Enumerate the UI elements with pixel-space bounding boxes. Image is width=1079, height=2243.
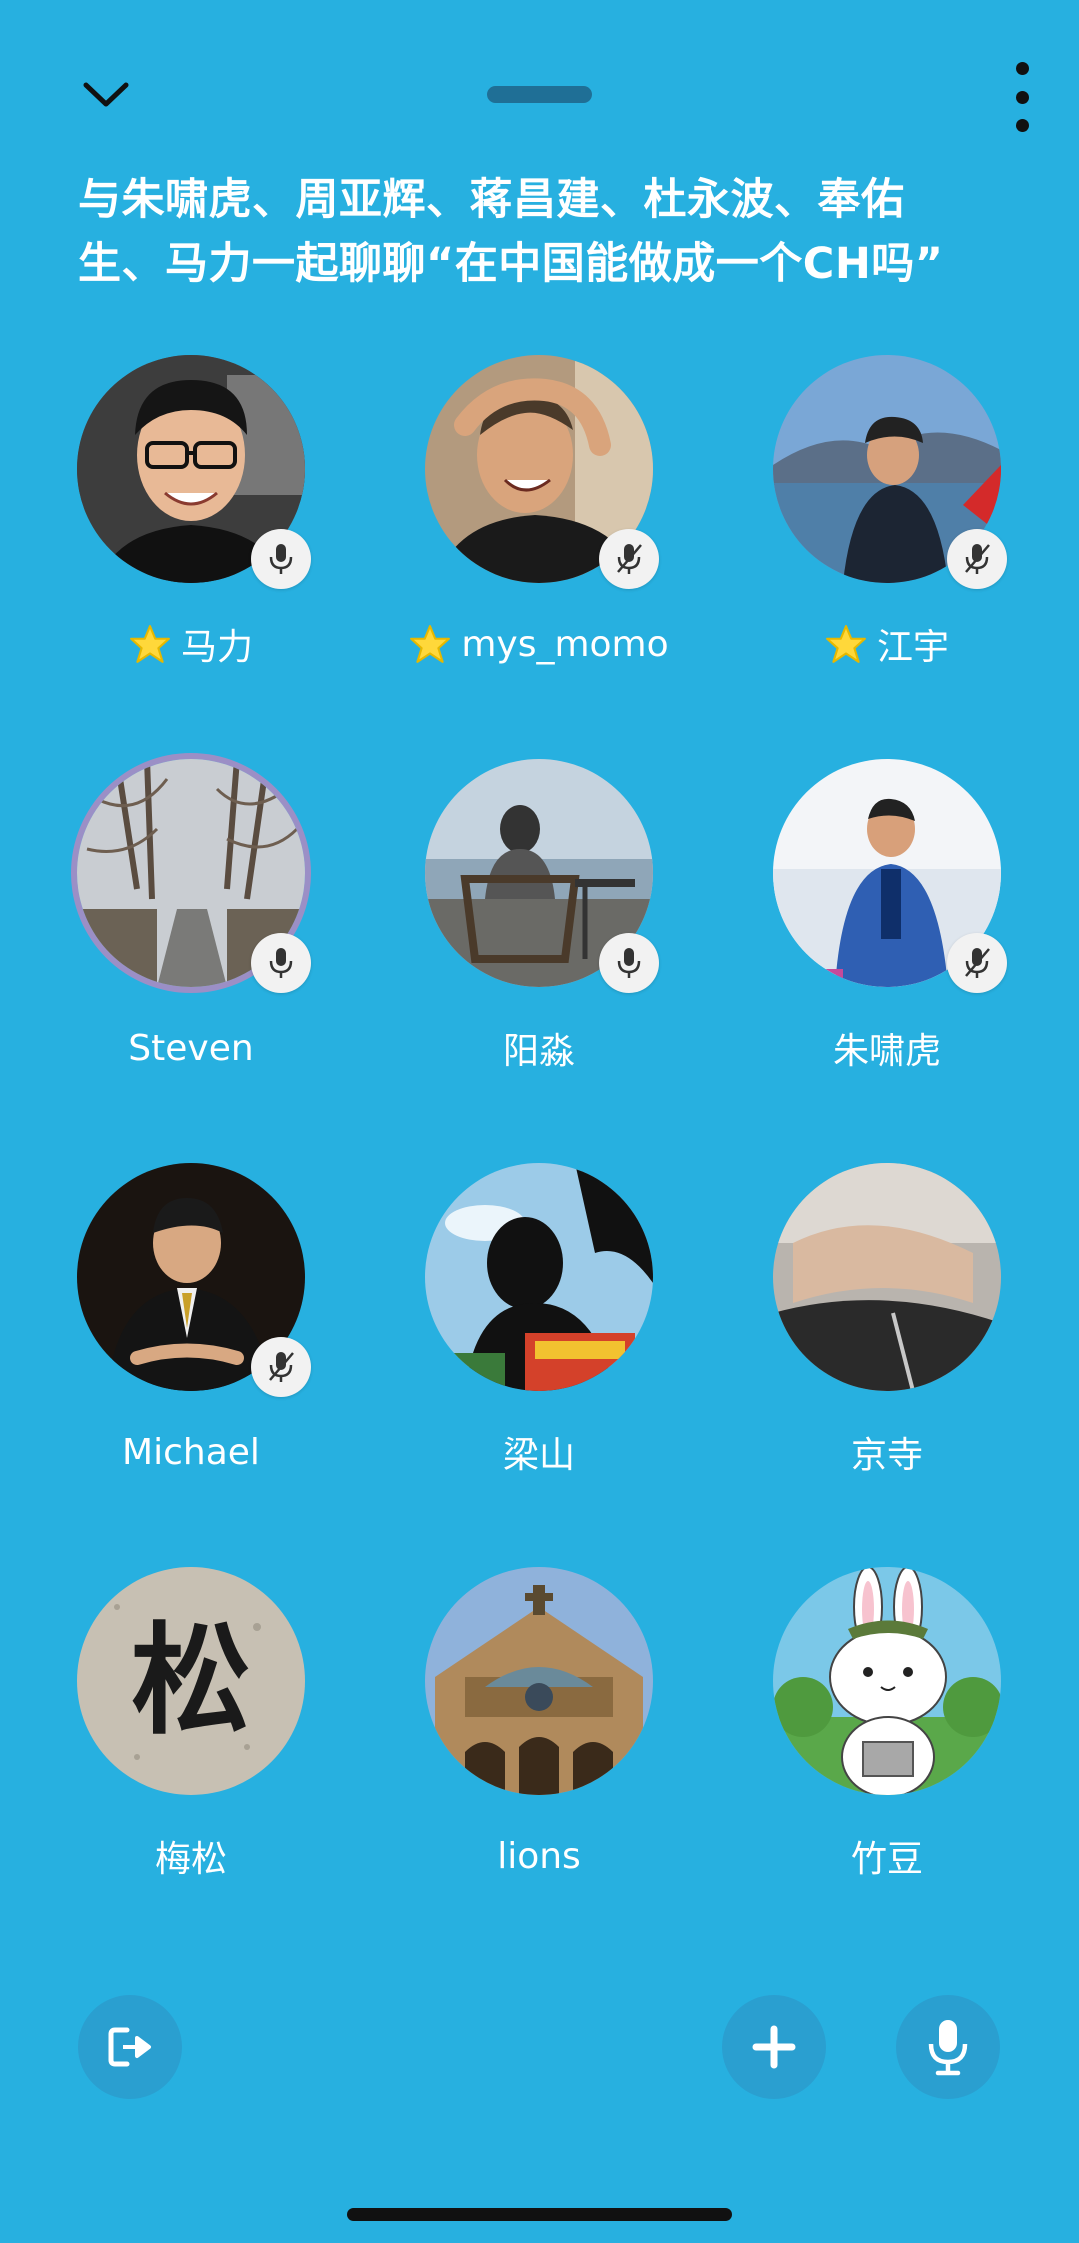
- speaker-tile[interactable]: lions: [389, 1567, 689, 1881]
- microphone-muted-icon: [965, 948, 990, 978]
- mic-on-badge: [251, 529, 311, 589]
- star-icon: [130, 625, 170, 663]
- avatar: [425, 1163, 653, 1391]
- speaker-tile[interactable]: 松 梅松: [41, 1567, 341, 1881]
- microphone-icon: [269, 544, 293, 574]
- mic-muted-badge: [947, 529, 1007, 589]
- speaker-name: 朱啸虎: [832, 1031, 941, 1072]
- speaker-name: lions: [497, 1835, 581, 1877]
- leave-room-button[interactable]: [78, 1995, 182, 2099]
- speaker-name: 京寺: [850, 1435, 923, 1476]
- mic-muted-badge: [599, 529, 659, 589]
- drag-handle[interactable]: [487, 86, 592, 103]
- avatar: [425, 1567, 653, 1795]
- speaker-name: 竹豆: [850, 1839, 923, 1880]
- speaker-tile[interactable]: 江宇: [737, 355, 1037, 669]
- microphone-muted-icon: [965, 544, 990, 574]
- mic-muted-badge: [947, 933, 1007, 993]
- speaker-tile[interactable]: 朱啸虎: [737, 759, 1037, 1073]
- star-icon: [826, 625, 866, 663]
- microphone-button[interactable]: [896, 1995, 1000, 2099]
- collapse-button[interactable]: [74, 70, 138, 120]
- speaker-name: Michael: [122, 1431, 260, 1473]
- speaker-tile[interactable]: 京寺: [737, 1163, 1037, 1477]
- room-title: 与朱啸虎、周亚辉、蒋昌建、杜永波、奉佑生、马力一起聊聊“在中国能做成一个CH吗”: [78, 175, 944, 289]
- star-icon: [410, 625, 451, 663]
- speaker-tile[interactable]: 梁山: [389, 1163, 689, 1477]
- microphone-icon: [269, 948, 293, 978]
- speaker-tile[interactable]: mys_momo: [389, 355, 689, 669]
- mic-on-badge: [599, 933, 659, 993]
- speaker-tile[interactable]: 竹豆: [737, 1567, 1037, 1881]
- microphone-icon: [928, 2020, 968, 2076]
- chevron-down-icon: [83, 82, 129, 107]
- top-bar: [0, 0, 1079, 150]
- speaker-name: 马力: [180, 627, 253, 668]
- speaker-tile[interactable]: 马力: [41, 355, 341, 669]
- calligraphy-char: 松: [131, 1610, 251, 1751]
- speaker-name: 梅松: [154, 1839, 227, 1880]
- leave-room-icon: [108, 2027, 151, 2067]
- speaker-name: 江宇: [876, 627, 949, 668]
- home-indicator: [347, 2208, 732, 2221]
- speaker-tile[interactable]: Steven: [41, 759, 341, 1073]
- mic-on-badge: [251, 933, 311, 993]
- plus-icon: [752, 2025, 796, 2069]
- microphone-icon: [617, 948, 641, 978]
- avatar: 松: [77, 1567, 305, 1795]
- mic-muted-badge: [251, 1337, 311, 1397]
- bottom-bar: [0, 1995, 1079, 2105]
- add-button[interactable]: [722, 1995, 826, 2099]
- speaker-tile[interactable]: Michael: [41, 1163, 341, 1477]
- microphone-muted-icon: [269, 1352, 294, 1382]
- speaker-name: mys_momo: [461, 623, 669, 665]
- speaker-name: 梁山: [502, 1435, 575, 1476]
- speaker-name: Steven: [128, 1027, 254, 1069]
- microphone-muted-icon: [617, 544, 642, 574]
- more-vertical-icon: [1015, 62, 1029, 75]
- speaker-name: 阳淼: [502, 1031, 575, 1072]
- avatar: [773, 1163, 1001, 1391]
- speaker-tile[interactable]: 阳淼: [389, 759, 689, 1073]
- avatar: [773, 1567, 1001, 1795]
- more-options-button[interactable]: [1000, 62, 1044, 132]
